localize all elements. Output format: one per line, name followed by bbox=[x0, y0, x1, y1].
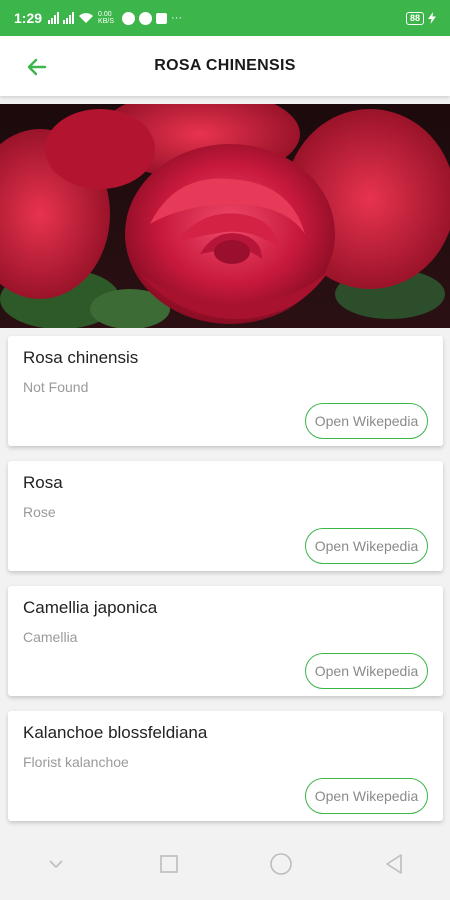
phone-notification-icon bbox=[139, 11, 153, 25]
scientific-name: Camellia japonica bbox=[23, 598, 158, 617]
status-time: 1:29 bbox=[14, 10, 43, 26]
signal-2-icon bbox=[63, 12, 75, 24]
more-notifications-icon: ··· bbox=[171, 12, 183, 24]
result-card: Kalanchoe blossfeldiana Florist kalancho… bbox=[8, 711, 443, 821]
open-wikipedia-button[interactable]: Open Wikepedia bbox=[305, 403, 428, 439]
common-name: Camellia bbox=[23, 629, 78, 645]
scientific-name: Kalanchoe blossfeldiana bbox=[23, 723, 208, 742]
scientific-name: Rosa chinensis bbox=[23, 348, 139, 367]
data-speed: 0.00 KB/S bbox=[98, 11, 114, 25]
common-name: Not Found bbox=[23, 379, 89, 395]
circle-icon bbox=[270, 853, 293, 875]
message-notification-icon bbox=[156, 12, 168, 24]
page-title: ROSA CHINENSIS bbox=[154, 57, 296, 74]
result-card: Rosa chinensis Not Found Open Wikepedia bbox=[8, 336, 443, 446]
wifi-icon bbox=[79, 13, 94, 23]
plant-photo bbox=[0, 104, 450, 328]
back-nav-button[interactable] bbox=[374, 844, 414, 884]
common-name: Florist kalanchoe bbox=[23, 754, 129, 770]
open-wikipedia-button[interactable]: Open Wikepedia bbox=[305, 653, 428, 689]
triangle-back-icon bbox=[385, 854, 402, 874]
app-notification-icon bbox=[122, 11, 136, 25]
common-name: Rose bbox=[23, 504, 56, 520]
arrow-left-icon bbox=[27, 58, 47, 76]
status-right: 88 bbox=[405, 11, 436, 25]
rose-image bbox=[0, 104, 450, 328]
result-card: Camellia japonica Camellia Open Wikepedi… bbox=[8, 586, 443, 696]
status-icons: 0.00 KB/S ··· bbox=[48, 11, 182, 25]
status-left: 1:29 0.00 KB/S ··· bbox=[14, 10, 182, 26]
app-bar: ROSA CHINENSIS bbox=[0, 36, 450, 96]
chevron-down-button[interactable] bbox=[36, 844, 76, 884]
recents-button[interactable] bbox=[149, 844, 189, 884]
result-card: Rosa Rose Open Wikepedia bbox=[8, 461, 443, 571]
back-button[interactable] bbox=[22, 52, 52, 82]
home-button[interactable] bbox=[261, 844, 301, 884]
square-icon bbox=[159, 855, 178, 873]
scientific-name: Rosa bbox=[23, 473, 63, 492]
navigation-bar bbox=[0, 828, 450, 900]
signal-icon bbox=[48, 12, 60, 24]
open-wikipedia-button[interactable]: Open Wikepedia bbox=[305, 528, 428, 564]
charging-icon bbox=[428, 12, 436, 24]
battery-icon: 88 bbox=[405, 11, 424, 25]
open-wikipedia-button[interactable]: Open Wikepedia bbox=[305, 778, 428, 814]
status-bar: 1:29 0.00 KB/S ··· 88 bbox=[0, 0, 450, 36]
chevron-down-icon bbox=[49, 860, 63, 869]
